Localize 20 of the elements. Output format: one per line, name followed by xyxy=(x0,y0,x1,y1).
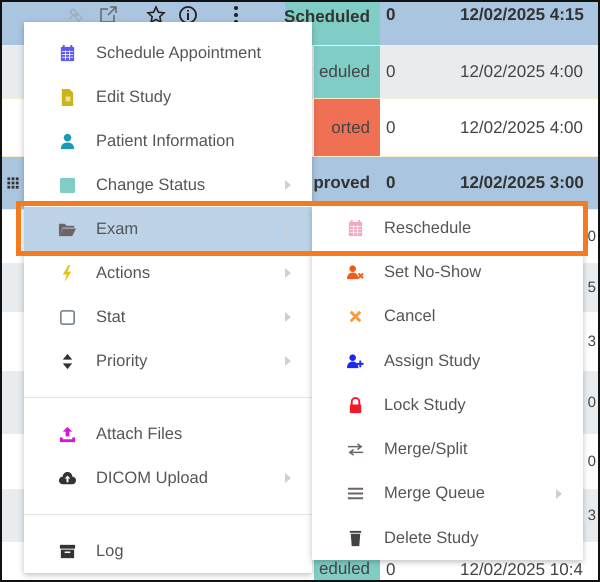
table-cell-text: 0 xyxy=(385,62,396,82)
table-cell-text: 12/02/2025 4:00 xyxy=(459,62,584,82)
table-cell-text: 0 xyxy=(385,118,396,138)
table-cell-text: 12/02/2025 3:00 xyxy=(459,173,585,193)
table-cell-text: 12/02/2025 10:4 xyxy=(459,560,584,580)
table-cell: 0 xyxy=(588,394,596,411)
table-cell-text: 0 xyxy=(385,560,396,580)
table-cell-text: 12/02/2025 4:15 xyxy=(459,4,585,24)
table-cell-text: 0 xyxy=(385,4,396,24)
table-cell-text: 0 xyxy=(385,173,396,193)
table-cell: 5 xyxy=(588,279,596,296)
status-cell-text: proved xyxy=(314,172,371,194)
table-cell: 0 xyxy=(588,453,596,470)
table-cell: 3 xyxy=(588,507,596,524)
status-cell: orted xyxy=(314,99,380,156)
table-cell: 3 xyxy=(588,333,596,350)
status-cell: eduled xyxy=(314,558,380,580)
table-cell: 0 xyxy=(588,228,596,245)
table-cell-text: 12/02/2025 4:00 xyxy=(459,118,584,138)
status-cell: eduled xyxy=(314,46,380,98)
